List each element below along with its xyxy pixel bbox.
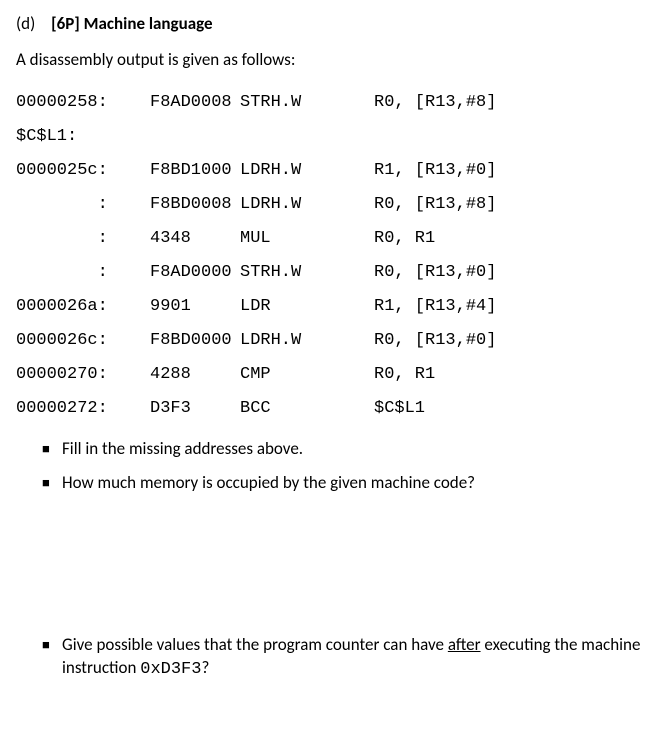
- underlined-word: after: [448, 634, 481, 655]
- opcode: 4348: [150, 227, 240, 251]
- operands: R0, [R13,#0]: [374, 261, 496, 285]
- operands: R0, [R13,#8]: [374, 91, 496, 115]
- opcode: F8AD0008: [150, 91, 240, 115]
- mnemonic: LDRH.W: [240, 329, 374, 353]
- listing-row: : F8BD0008 LDRH.W R0, [R13,#8]: [16, 188, 656, 222]
- question-1: ■ Fill in the missing addresses above.: [16, 438, 656, 462]
- addr: 00000270:: [16, 363, 120, 387]
- addr: 00000258:: [16, 91, 120, 115]
- square-bullet-icon: ■: [42, 472, 62, 496]
- listing-row: : F8AD0000 STRH.W R0, [R13,#0]: [16, 256, 656, 290]
- mnemonic: STRH.W: [240, 91, 374, 115]
- inline-code: 0xD3F3: [140, 660, 201, 679]
- mnemonic: MUL: [240, 227, 374, 251]
- square-bullet-icon: ■: [42, 438, 62, 462]
- question-text: How much memory is occupied by the given…: [62, 472, 475, 495]
- operands: R0, R1: [374, 363, 435, 387]
- listing-label-row: $C$L1:: [16, 120, 656, 154]
- opcode: F8AD0000: [150, 261, 240, 285]
- addr: 0000026a:: [16, 295, 120, 319]
- intro-text: A disassembly output is given as follows…: [16, 48, 656, 72]
- mnemonic: CMP: [240, 363, 374, 387]
- mnemonic: LDRH.W: [240, 193, 374, 217]
- question-text: Fill in the missing addresses above.: [62, 438, 303, 461]
- addr: :: [16, 227, 120, 251]
- mnemonic: BCC: [240, 397, 374, 421]
- listing-row: 0000026c: F8BD0000 LDRH.W R0, [R13,#0]: [16, 324, 656, 358]
- addr: 00000272:: [16, 397, 120, 421]
- listing-row: : 4348 MUL R0, R1: [16, 222, 656, 256]
- section-part: (d): [16, 13, 35, 34]
- listing-row: 0000025c: F8BD1000 LDRH.W R1, [R13,#0]: [16, 154, 656, 188]
- question-2: ■ How much memory is occupied by the giv…: [16, 472, 656, 496]
- opcode: 9901: [150, 295, 240, 319]
- operands: $C$L1: [374, 397, 425, 421]
- addr: 0000026c:: [16, 329, 120, 353]
- listing-row: 0000026a: 9901 LDR R1, [R13,#4]: [16, 290, 656, 324]
- question-3: ■ Give possible values that the program …: [16, 634, 656, 682]
- opcode: F8BD1000: [150, 159, 240, 183]
- opcode: F8BD0008: [150, 193, 240, 217]
- listing-row: 00000272: D3F3 BCC $C$L1: [16, 392, 656, 426]
- opcode: F8BD0000: [150, 329, 240, 353]
- disassembly-listing: 00000258: F8AD0008 STRH.W R0, [R13,#8] $…: [16, 86, 656, 426]
- section-heading: (d) [6P] Machine language: [16, 12, 656, 36]
- addr: :: [16, 261, 120, 285]
- addr: :: [16, 193, 120, 217]
- operands: R0, [R13,#0]: [374, 329, 496, 353]
- opcode: 4288: [150, 363, 240, 387]
- operands: R1, [R13,#4]: [374, 295, 496, 319]
- mnemonic: STRH.W: [240, 261, 374, 285]
- opcode: D3F3: [150, 397, 240, 421]
- operands: R0, [R13,#8]: [374, 193, 496, 217]
- operands: R1, [R13,#0]: [374, 159, 496, 183]
- section-title: Machine language: [84, 13, 213, 34]
- listing-label: $C$L1:: [16, 125, 77, 149]
- addr: 0000025c:: [16, 159, 120, 183]
- listing-row: 00000258: F8AD0008 STRH.W R0, [R13,#8]: [16, 86, 656, 120]
- listing-row: 00000270: 4288 CMP R0, R1: [16, 358, 656, 392]
- question-text: Give possible values that the program co…: [62, 634, 656, 682]
- operands: R0, R1: [374, 227, 435, 251]
- square-bullet-icon: ■: [42, 634, 62, 658]
- mnemonic: LDR: [240, 295, 374, 319]
- section-tag: [6P]: [51, 13, 80, 34]
- mnemonic: LDRH.W: [240, 159, 374, 183]
